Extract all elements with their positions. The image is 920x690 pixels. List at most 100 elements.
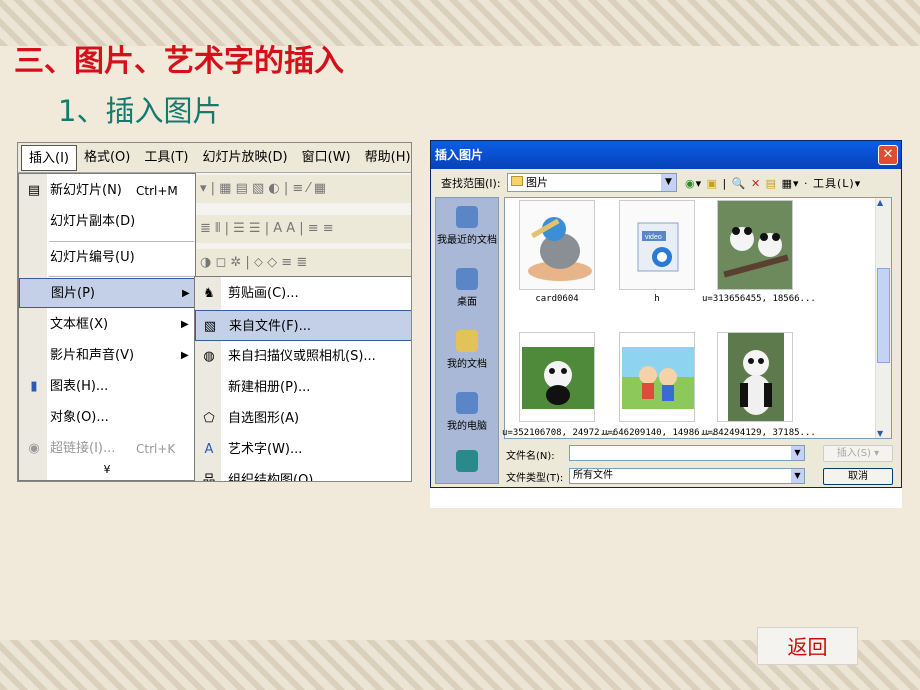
scanner-icon: ◍ (203, 349, 215, 364)
menu-format[interactable]: 格式(O) (77, 145, 137, 171)
menu-bar: 插入(I) 格式(O) 工具(T) 幻灯片放映(D) 窗口(W) 帮助(H) (18, 143, 411, 173)
submenu-item-clip-art[interactable]: ♞ 剪贴画(C)... (195, 278, 411, 309)
file-name-label-text: 文件名(N): (506, 451, 555, 462)
file-name-label: h (654, 294, 660, 304)
slide: 三、图片、艺术字的插入 1、插入图片 插入(I) 格式(O) 工具(T) 幻灯片… (0, 0, 920, 690)
menu-item-label: 幻灯片编号(U) (50, 250, 135, 265)
place-recent[interactable]: 我最近的文档 (436, 206, 498, 246)
place-label: 桌面 (457, 297, 477, 308)
submenu-item-org-chart[interactable]: 品 组织结构图(O) (195, 465, 411, 482)
menu-item-label: 幻灯片副本(D) (50, 214, 136, 229)
submenu-item-from-scanner[interactable]: ◍ 来自扫描仪或照相机(S)... (195, 341, 411, 372)
cartoon-thumbnail (528, 217, 592, 281)
menu-slideshow[interactable]: 幻灯片放映(D) (195, 145, 294, 171)
menu-help[interactable]: 帮助(H) (358, 145, 411, 171)
scroll-up-icon[interactable]: ▲ (877, 198, 883, 207)
clip-art-icon: ♞ (203, 286, 215, 301)
new-slide-icon: ▤ (27, 183, 41, 198)
place-label: 我的文档 (447, 359, 487, 370)
submenu-item-from-file[interactable]: ▧ 来自文件(F)... (195, 310, 411, 341)
menu-insert[interactable]: 插入(I) (21, 144, 77, 171)
my-documents-icon (456, 330, 478, 352)
place-desktop[interactable]: 桌面 (436, 268, 498, 308)
file-thumbnail-video[interactable]: video (619, 200, 695, 290)
file-type-label: 文件类型(T): (506, 473, 564, 484)
video-label: video (645, 234, 662, 241)
places-bar: 我最近的文档 桌面 我的文档 我的电脑 (435, 197, 499, 484)
panda-photo-thumbnail (718, 201, 792, 289)
menu-item-label: 文本框(X) (50, 317, 109, 332)
dialog-title: 插入图片 (431, 141, 901, 169)
file-name-label: u=313656455, 18566... (702, 294, 816, 304)
slide-subheading: 1、插入图片 (58, 94, 222, 128)
chevron-down-icon: ▼ (791, 446, 804, 460)
search-web-icon[interactable]: 🔍 (732, 177, 747, 190)
views-icon[interactable]: ▦ (782, 177, 793, 190)
network-icon (456, 450, 478, 472)
menu-expand-chevron[interactable]: ¥ (19, 455, 195, 481)
menu-item-chart[interactable]: ▮ 图表(H)... (19, 372, 195, 402)
scroll-down-icon[interactable]: ▼ (877, 429, 883, 438)
file-thumbnail-pandas[interactable] (717, 200, 793, 290)
look-in-dropdown[interactable]: 图片 ▼ (507, 173, 677, 192)
menu-item-label: 图表(H)... (50, 379, 109, 394)
place-my-computer[interactable]: 我的电脑 (436, 392, 498, 432)
file-name-label: u=842494129, 37185... (702, 428, 816, 438)
toolbar-row-1: ▾ | ▦ ▤ ▧ ◐ | ≡ ⁄ ▦ (194, 175, 411, 203)
cancel-button[interactable]: 取消 (823, 468, 893, 485)
menu-window[interactable]: 窗口(W) (295, 145, 358, 171)
file-thumbnail-panda-grass[interactable] (519, 332, 595, 422)
desktop-icon (456, 268, 478, 290)
submenu-item-label: 艺术字(W)... (228, 442, 303, 457)
submenu-item-wordart[interactable]: A 艺术字(W)... (195, 434, 411, 465)
close-icon[interactable]: ✕ (878, 145, 898, 165)
slide-heading: 三、图片、艺术字的插入 (14, 44, 344, 79)
toolbar-row-3: ◑ ◻ ✲ | ⬦ ◇ ≡ ≣ (194, 249, 411, 277)
file-thumbnail-panda-sitting[interactable] (717, 332, 793, 422)
file-thumbnail-kids[interactable] (619, 332, 695, 422)
wordart-icon: A (204, 442, 214, 457)
back-button[interactable]: 返回 (757, 627, 858, 665)
scrollbar-thumb[interactable] (877, 268, 890, 363)
delete-icon[interactable]: ✕ (751, 177, 761, 190)
menu-item-new-slide[interactable]: ▤ 新幻灯片(N) Ctrl+M (19, 176, 195, 206)
menu-separator (49, 241, 194, 242)
file-name-label: u=352106708, 24972... (502, 428, 616, 438)
insert-button[interactable]: 插入(S) ▾ (823, 445, 893, 462)
folder-icon (511, 176, 523, 186)
place-network[interactable] (436, 450, 498, 475)
menu-item-duplicate-slide[interactable]: 幻灯片副本(D) (19, 207, 195, 237)
place-my-documents[interactable]: 我的文档 (436, 330, 498, 370)
submenu-arrow-icon: ▶ (182, 288, 190, 299)
menu-item-text-box[interactable]: 文本框(X) ▶ (19, 310, 195, 340)
file-type-select[interactable]: 所有文件 ▼ (569, 468, 805, 484)
file-thumbnail-card[interactable] (519, 200, 595, 290)
menu-item-picture[interactable]: 图片(P) ▶ (19, 278, 195, 308)
file-view: video card0604 h u=313656455, 18566... u… (502, 197, 892, 439)
submenu-item-label: 剪贴画(C)... (228, 286, 299, 301)
file-type-value: 所有文件 (573, 470, 613, 481)
autoshapes-icon: ⬠ (203, 411, 215, 426)
new-folder-icon[interactable]: ▤ (766, 177, 777, 190)
menu-item-shortcut: Ctrl+M (136, 184, 178, 198)
submenu-item-new-album[interactable]: 新建相册(P)... (195, 372, 411, 403)
tools-menu[interactable]: 工具(L) (813, 177, 855, 190)
back-icon[interactable]: ◉ (685, 177, 696, 190)
org-chart-icon: 品 (202, 473, 216, 482)
insert-picture-dialog-screenshot: 插入图片 ✕ 查找范围(I): 图片 ▼ ◉▾ ▣ | 🔍 ✕ ▤ ▦▾ · 工具… (430, 140, 902, 508)
menu-item-label: 影片和声音(V) (50, 348, 135, 363)
menu-item-label: 对象(O)... (50, 410, 109, 425)
submenu-item-label: 新建相册(P)... (228, 380, 311, 395)
vertical-scrollbar[interactable]: ▲ ▼ (875, 198, 891, 438)
menu-item-object[interactable]: 对象(O)... (19, 403, 195, 433)
my-computer-icon (456, 392, 478, 414)
menu-tools[interactable]: 工具(T) (137, 145, 195, 171)
file-name-input[interactable]: ▼ (569, 445, 805, 461)
menu-item-movies-sounds[interactable]: 影片和声音(V) ▶ (19, 341, 195, 371)
menu-item-slide-number[interactable]: 幻灯片编号(U) (19, 243, 195, 273)
up-folder-icon[interactable]: ▣ (707, 177, 718, 190)
panda-photo-thumbnail (520, 333, 594, 421)
panda-photo-thumbnail (718, 333, 792, 421)
toolbar-row-2: ≣ ⫴ | ☰ ☰ | A A | ≡ ≡ (194, 215, 411, 243)
submenu-item-autoshapes[interactable]: ⬠ 自选图形(A) (195, 403, 411, 434)
